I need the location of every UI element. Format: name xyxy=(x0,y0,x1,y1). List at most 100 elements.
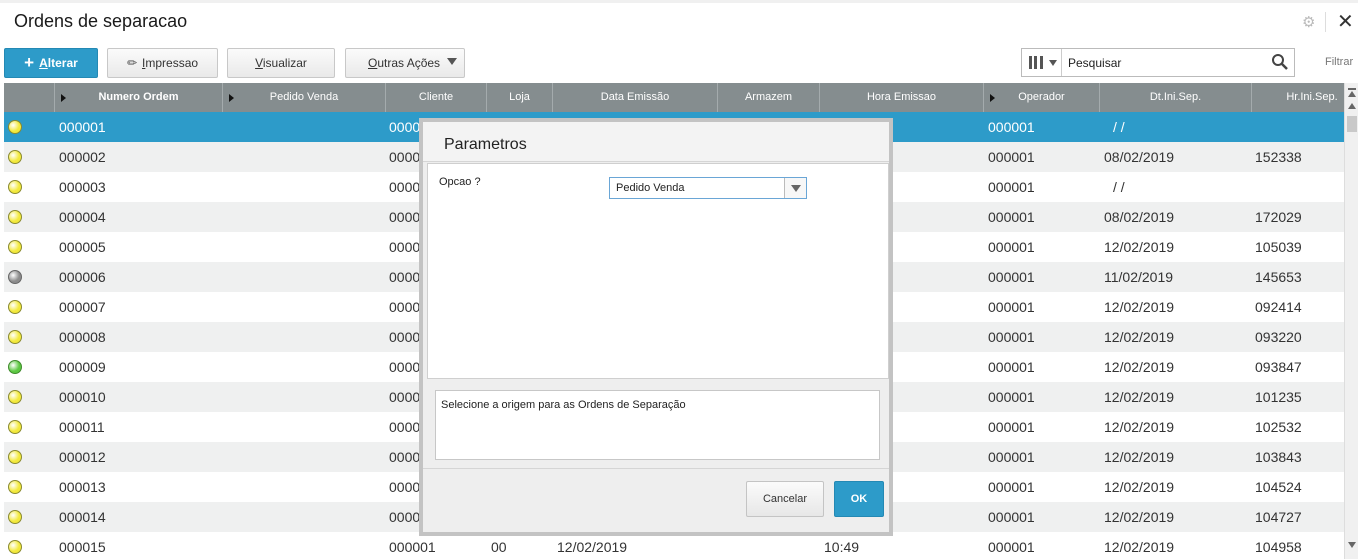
col-operador[interactable]: Operador xyxy=(984,83,1100,112)
vertical-scrollbar[interactable] xyxy=(1344,83,1358,559)
outras-acoes-button[interactable]: Outras Ações xyxy=(345,48,465,78)
col-pedido-venda[interactable]: Pedido Venda xyxy=(223,83,386,112)
parametros-dialog: Parametros Opcao ? Pedido Venda Selecion… xyxy=(419,118,893,536)
cell-hora: 10:49 xyxy=(824,539,860,555)
column-selector-button[interactable] xyxy=(1022,49,1062,76)
col-cliente[interactable]: Cliente xyxy=(386,83,487,112)
cell-hrini: 104958 xyxy=(1255,539,1302,555)
cell-dtini: 12/02/2019 xyxy=(1104,329,1175,345)
cell-dtini: 11/02/2019 xyxy=(1104,269,1174,285)
status-yellow-icon xyxy=(8,120,22,134)
gear-icon[interactable]: ⚙ xyxy=(1302,13,1315,31)
cell-dtini: 12/02/2019 xyxy=(1104,359,1175,375)
visualizar-button[interactable]: Visualizar xyxy=(227,48,335,78)
col-hora-emissao[interactable]: Hora Emissao xyxy=(820,83,984,112)
ok-button[interactable]: OK xyxy=(834,481,884,517)
help-text: Selecione a origem para as Ordens de Sep… xyxy=(441,399,686,411)
scroll-down-icon[interactable] xyxy=(1348,542,1356,548)
plus-icon: + xyxy=(24,53,35,72)
filter-link[interactable]: Filtrar xyxy=(1325,56,1353,68)
cell-numero: 000008 xyxy=(59,329,106,345)
cell-operador: 000001 xyxy=(988,329,1035,345)
col-hr-ini-sep[interactable]: Hr.Ini.Sep. xyxy=(1252,83,1344,112)
cell-numero: 000015 xyxy=(59,539,106,555)
cell-cliente: 0000 xyxy=(389,479,421,495)
cell-cliente: 0000 xyxy=(389,509,421,525)
status-yellow-icon xyxy=(8,420,22,434)
chevron-down-icon[interactable] xyxy=(784,178,806,198)
cell-operador: 000001 xyxy=(988,419,1035,435)
outras-acoes-label: Outras Ações xyxy=(368,56,441,70)
status-yellow-icon xyxy=(8,240,22,254)
cell-operador: 000001 xyxy=(988,479,1035,495)
table-row[interactable]: 000015 000001 00 12/02/2019 10:49 000001 12/02… xyxy=(4,532,1344,559)
cell-cliente: 0000 xyxy=(389,209,421,225)
cell-numero: 000006 xyxy=(59,269,106,285)
cell-dtini: 12/02/2019 xyxy=(1104,239,1175,255)
impressao-button[interactable]: ✏ Impressao xyxy=(107,48,218,78)
cell-loja: 00 xyxy=(491,539,507,555)
alterar-button[interactable]: + Alterar xyxy=(4,48,98,78)
col-loja[interactable]: Loja xyxy=(487,83,553,112)
header-divider xyxy=(1325,12,1326,32)
sort-arrow-icon xyxy=(61,94,66,102)
scroll-up-icon[interactable] xyxy=(1348,103,1356,109)
cell-numero: 000007 xyxy=(59,299,106,315)
cell-dtini: 12/02/2019 xyxy=(1104,419,1175,435)
cell-dtini: 12/02/2019 xyxy=(1104,299,1175,315)
columns-icon xyxy=(1029,56,1043,69)
cell-numero: 000004 xyxy=(59,209,106,225)
status-yellow-icon xyxy=(8,480,22,494)
cell-hrini: 093847 xyxy=(1255,359,1302,375)
status-yellow-icon xyxy=(8,300,22,314)
col-data-emissao[interactable]: Data Emissão xyxy=(553,83,718,112)
cell-dtini: 12/02/2019 xyxy=(1104,449,1175,465)
status-yellow-icon xyxy=(8,180,22,194)
cell-cliente: 0000 xyxy=(389,299,421,315)
opcao-label: Opcao ? xyxy=(439,176,481,188)
cell-operador: 000001 xyxy=(988,449,1035,465)
status-yellow-icon xyxy=(8,210,22,224)
col-armazem[interactable]: Armazem xyxy=(718,83,820,112)
cell-numero: 000001 xyxy=(59,119,106,135)
close-icon[interactable]: ✕ xyxy=(1337,9,1354,34)
cell-numero: 000005 xyxy=(59,239,106,255)
cell-numero: 000003 xyxy=(59,179,106,195)
cell-hrini: 093220 xyxy=(1255,329,1302,345)
cell-numero: 000012 xyxy=(59,449,106,465)
search-box xyxy=(1021,48,1295,77)
dialog-help-box: Selecione a origem para as Ordens de Sep… xyxy=(435,390,880,460)
dialog-header: Parametros xyxy=(423,122,889,162)
status-green-icon xyxy=(8,360,22,374)
search-icon[interactable] xyxy=(1270,52,1290,72)
dialog-title: Parametros xyxy=(444,136,527,153)
scrollbar-thumb[interactable] xyxy=(1347,116,1357,132)
scroll-top-icon[interactable] xyxy=(1348,88,1356,90)
table-header: Numero Ordem Pedido Venda Cliente Loja D… xyxy=(4,83,1344,112)
col-status xyxy=(4,83,55,112)
cell-hrini: 105039 xyxy=(1255,239,1302,255)
page-title: Ordens de separacao xyxy=(14,11,188,31)
cancel-button[interactable]: Cancelar xyxy=(746,481,824,517)
cell-cliente: 0000 xyxy=(389,179,421,195)
cell-cliente: 0000 xyxy=(389,329,421,345)
cell-cliente: 0000 xyxy=(389,359,421,375)
cell-numero: 000009 xyxy=(59,359,106,375)
visualizar-label: Visualizar xyxy=(255,56,307,70)
cell-numero: 000011 xyxy=(59,419,105,435)
cell-operador: 000001 xyxy=(988,269,1035,285)
cell-cliente: 0000 xyxy=(389,239,421,255)
cell-hrini: 172029 xyxy=(1255,209,1302,225)
cell-dtini: / / xyxy=(1113,119,1125,135)
cell-cliente: 0000 xyxy=(389,149,421,165)
col-dt-ini-sep[interactable]: Dt.Ini.Sep. xyxy=(1100,83,1252,112)
cell-dtini: 08/02/2019 xyxy=(1104,149,1175,165)
opcao-select[interactable]: Pedido Venda xyxy=(609,177,807,199)
cell-numero: 000014 xyxy=(59,509,106,525)
col-numero-ordem[interactable]: Numero Ordem xyxy=(55,83,223,112)
cell-hrini: 102532 xyxy=(1255,419,1302,435)
alterar-label: Alterar xyxy=(39,56,78,70)
scroll-up-icon[interactable] xyxy=(1348,91,1356,97)
search-input[interactable] xyxy=(1066,53,1256,72)
cell-hrini: 101235 xyxy=(1255,389,1302,405)
